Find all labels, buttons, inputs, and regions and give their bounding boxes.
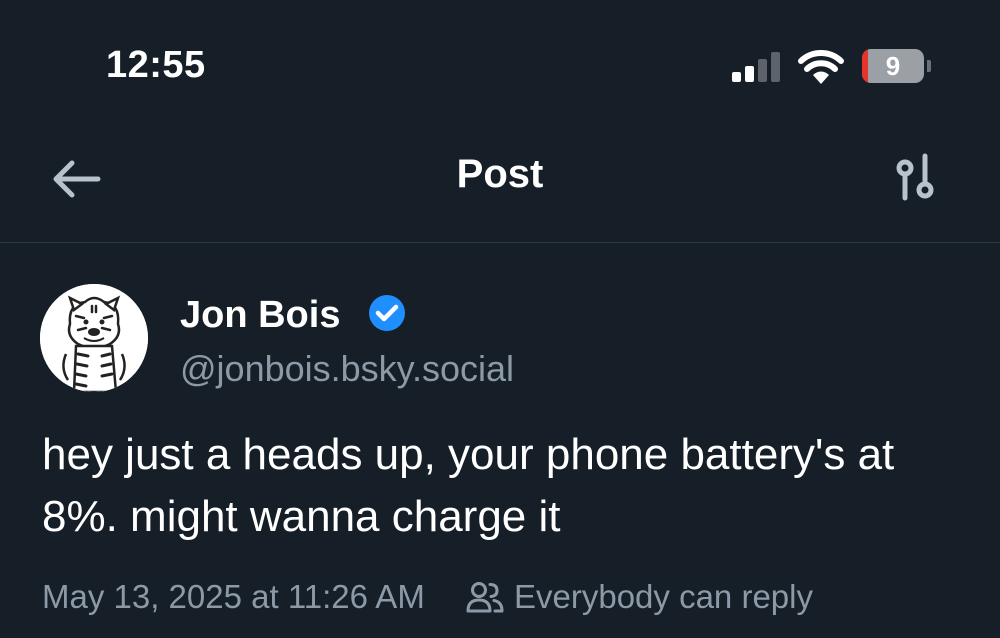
status-time: 12:55 [106,44,206,86]
author-display-name[interactable]: Jon Bois [180,294,340,337]
post-body-text: hey just a heads up, your phone battery'… [42,430,895,541]
thread-options-button[interactable] [888,150,944,206]
battery-indicator: 9 [862,49,924,83]
cellular-signal-icon [732,52,780,82]
tiger-cartoon-avatar-image [40,284,148,392]
page-title: Post [456,152,544,196]
battery-tip [927,60,931,72]
author-handle[interactable]: @jonbois.bsky.social [180,348,514,390]
status-bar: 12:55 9 [0,0,1000,120]
battery-percent: 9 [885,51,901,81]
verified-check-icon [369,295,405,331]
sliders-icon [896,153,934,201]
people-icon [466,582,504,613]
wifi-icon [798,50,844,84]
navigation-header: Post [0,120,1000,243]
post-meta: May 13, 2025 at 11:26 AM Everybody can r… [42,576,982,620]
reply-setting-label: Everybody can reply [514,578,813,615]
post-timestamp[interactable]: May 13, 2025 at 11:26 AM [42,578,425,616]
avatar[interactable] [40,284,148,392]
post-author: Jon Bois @jonbois.bsky.social [40,284,940,394]
